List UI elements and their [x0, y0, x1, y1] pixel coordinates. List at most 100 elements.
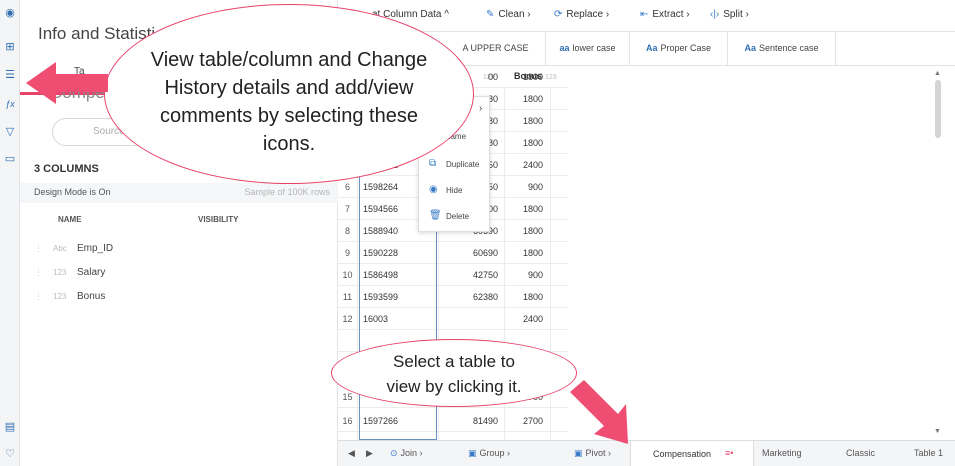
table-row[interactable]: 16 1597266 81490 2700	[338, 410, 568, 432]
cell: 81490	[472, 416, 498, 426]
prev-table-arrow[interactable]: ◀	[348, 448, 355, 459]
table-row[interactable]: 12 16003 2400	[338, 308, 568, 330]
field-row[interactable]: ⋮ 123 Bonus	[20, 286, 338, 310]
field-type: 123	[53, 292, 67, 301]
cell: 1800	[522, 204, 543, 214]
row-number: 7	[344, 204, 350, 214]
cell: 1597266	[363, 416, 399, 426]
drag-handle-icon[interactable]: ⋮	[34, 243, 43, 254]
sentence-aa-icon: Aa	[744, 43, 756, 53]
cell: 900	[527, 182, 543, 192]
cell: 42750	[472, 270, 498, 280]
pivot-button[interactable]: ▣ Pivot ›	[574, 448, 611, 459]
proper-aa-icon: Aa	[645, 43, 658, 53]
eye-hide-icon: ◉	[429, 184, 438, 195]
menu-item-label: Delete	[446, 212, 470, 221]
replace-icon: ⟳	[554, 9, 563, 20]
tab-table-1[interactable]: Table 1	[914, 448, 943, 458]
duplicate-icon: ⧉	[429, 158, 437, 169]
replace-button[interactable]: ⟳ Replace ›	[554, 9, 609, 20]
cell: 1800	[522, 94, 543, 104]
join-button[interactable]: ⊙ Join ›	[390, 448, 423, 459]
vertical-scrollbar[interactable]: ▲ ▼	[932, 70, 944, 440]
filter-icon[interactable]: ▽	[3, 125, 17, 139]
cell: 1800	[522, 72, 543, 82]
row-number: 11	[342, 292, 353, 302]
sentence-case-button[interactable]: Aa Sentence case	[728, 32, 836, 66]
row-number: 8	[344, 226, 350, 236]
binoculars-icon[interactable]: ◉	[3, 6, 17, 20]
tab-label: Compensation	[653, 449, 712, 459]
cell: 1800	[522, 138, 543, 148]
menu-item-hide[interactable]: ◉ Hide	[419, 177, 491, 203]
cell: 2400	[522, 314, 543, 324]
clean-icon: ✎	[486, 9, 495, 20]
list-icon[interactable]: ☰	[3, 68, 17, 82]
field-type: Abc	[53, 244, 67, 253]
name-header: NAME	[58, 215, 82, 224]
menu-item-label: Duplicate	[446, 160, 480, 169]
row-number: 16	[342, 416, 353, 426]
dictionary-icon[interactable]: ▤	[3, 420, 17, 434]
annotation-line: view by clicking it.	[386, 377, 522, 396]
lower-case-button[interactable]: aa lower case	[546, 32, 630, 66]
field-name: Emp_ID	[77, 243, 114, 254]
extract-label: Extract ›	[652, 9, 690, 20]
cell: 2400	[522, 160, 543, 170]
next-table-arrow[interactable]: ▶	[366, 448, 373, 459]
tab-table[interactable]: Ta	[74, 66, 85, 77]
icon-rail: ◉ ⊞ ☰ ƒx ▽ ▭ ▤ ♡	[0, 0, 20, 466]
cell: 1588940	[363, 226, 399, 236]
table-row[interactable]: 10 1586498 42750 900	[338, 264, 568, 286]
cell: 1800	[522, 116, 543, 126]
comment-icon[interactable]: ▭	[3, 152, 17, 166]
extract-button[interactable]: ⇤ Extract ›	[640, 9, 690, 20]
split-button[interactable]: ‹|› Split ›	[710, 9, 749, 20]
scroll-down-icon[interactable]: ▼	[934, 428, 941, 435]
annotation-line: History details and add/view	[164, 77, 414, 99]
proper-case-button[interactable]: Aa Proper Case	[630, 32, 728, 66]
cell: 1594566	[363, 204, 399, 214]
field-type: 123	[53, 268, 67, 277]
clean-button[interactable]: ✎ Clean ›	[486, 9, 531, 20]
table-icon[interactable]: ⊞	[3, 40, 17, 54]
drag-handle-icon[interactable]: ⋮	[34, 267, 43, 278]
field-name: Bonus	[77, 291, 106, 302]
visibility-header: VISIBILITY	[198, 215, 239, 224]
bottom-tab-bar: ◀ ▶ ⊙ Join › ▣ Group › ▣ Pivot › Compensati…	[338, 440, 955, 466]
proper-case-label: Proper Case	[660, 43, 712, 53]
pivot-icon: ▣	[574, 448, 583, 458]
lower-case-label: lower case	[572, 43, 616, 53]
join-icon: ⊙	[390, 448, 398, 458]
cell: 16003	[363, 314, 389, 324]
group-button[interactable]: ▣ Group ›	[468, 448, 510, 459]
tab-marketing[interactable]: Marketing	[762, 448, 802, 458]
table-menu-icon[interactable]: ≡•	[725, 448, 733, 458]
extract-icon: ⇤	[640, 9, 649, 20]
formula-icon[interactable]: ƒx	[3, 97, 17, 111]
annotation-line: icons.	[262, 133, 316, 155]
field-row[interactable]: ⋮ Abc Emp_ID	[20, 238, 338, 262]
design-mode-bar: Design Mode is On Sample of 100K rows	[20, 183, 338, 203]
menu-item-delete[interactable]: 🗑 Delete	[419, 203, 491, 229]
scroll-thumb[interactable]	[935, 80, 941, 138]
field-row[interactable]: ⋮ 123 Salary	[20, 262, 338, 286]
table-row[interactable]: 11 1593599 62380 1800	[338, 286, 568, 308]
cell: 1586498	[363, 270, 399, 280]
clean-label: Clean ›	[498, 9, 531, 20]
split-label: Split ›	[723, 9, 749, 20]
cell: 1590228	[363, 248, 399, 258]
table-row[interactable]: 9 1590228 60690 1800	[338, 242, 568, 264]
scroll-up-icon[interactable]: ▲	[934, 70, 941, 77]
tab-classic[interactable]: Classic	[846, 448, 875, 458]
tab-compensation[interactable]: Compensation ≡•	[630, 441, 754, 466]
cell: 1598264	[363, 182, 399, 192]
cell: 900	[527, 270, 543, 280]
cell: 1800	[522, 226, 543, 236]
drag-handle-icon[interactable]: ⋮	[34, 291, 43, 302]
cell: 2700	[522, 416, 543, 426]
annotation-line: comments by selecting these	[160, 105, 418, 127]
lightbulb-icon[interactable]: ♡	[3, 447, 17, 461]
trash-icon: 🗑	[429, 210, 442, 221]
annotation-bubble-icons: View table/column and Change History det…	[104, 4, 474, 184]
